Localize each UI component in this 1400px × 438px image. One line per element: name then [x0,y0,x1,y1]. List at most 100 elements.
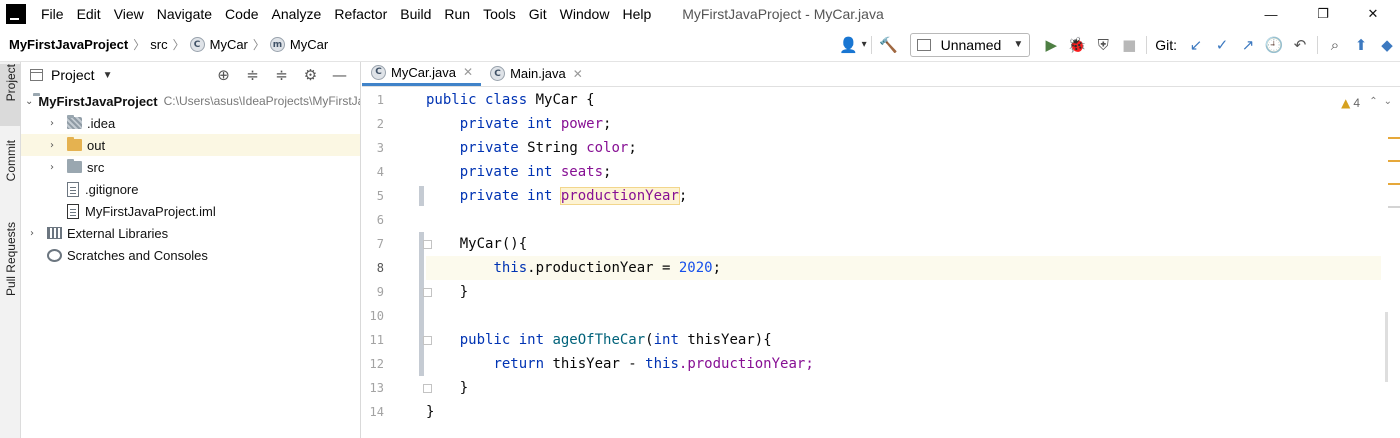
code-area[interactable]: public class MyCar { private int power; … [426,88,1381,438]
run-icon[interactable]: ▶ [1038,32,1064,58]
menu-help[interactable]: Help [616,0,658,28]
main-toolbar: 👤 ▾ 🔨 Unnamed ▼ ▶ 🐞 ⛨ ■ Git: ↙ ✓ ↗ 🕘 ↶ ⌕… [836,28,1400,61]
code-token: this [645,356,679,372]
tree-item-idea[interactable]: › .idea [21,112,360,134]
git-update-icon[interactable]: ↙ [1183,32,1209,58]
close-icon[interactable]: ✕ [573,67,583,81]
close-window-button[interactable]: ✕ [1350,0,1396,28]
breadcrumb-method[interactable]: m MyCar [269,37,328,52]
expand-arrow-icon[interactable]: ⌄ [25,96,33,107]
expand-all-icon[interactable]: ≑ [238,66,267,84]
menu-edit[interactable]: Edit [71,0,108,28]
tree-item-src[interactable]: › src [21,156,360,178]
history-icon[interactable]: 🕘 [1261,32,1287,58]
chevron-up-icon[interactable]: ⌃ [1369,96,1377,107]
tree-item-out[interactable]: › out [21,134,360,156]
code-line-9: } [426,280,1381,304]
chevron-down-icon[interactable]: ▼ [103,70,113,81]
git-push-icon[interactable]: ↗ [1235,32,1261,58]
code-line-2: private int power; [426,112,1381,136]
warning-stripe-marker[interactable] [1388,160,1400,162]
run-with-coverage-icon[interactable]: ⛨ [1090,32,1116,58]
tree-item-gitignore[interactable]: .gitignore [21,178,360,200]
warning-count: 4 [1353,96,1360,110]
project-panel: Project ▼ ⊕ ≑ ≑ ⚙ — ⌄ MyFirstJavaProject… [21,62,361,438]
ide-logo-icon[interactable]: ◆ [1374,32,1400,58]
vcs-change-marker[interactable] [419,186,424,206]
user-icon[interactable]: 👤 [836,32,862,58]
tree-item-iml[interactable]: MyFirstJavaProject.iml [21,200,360,222]
code-token: ; [712,260,722,276]
code-token: private int [459,116,553,132]
breadcrumb-class[interactable]: C MyCar [189,37,248,52]
tree-item-label: .gitignore [85,181,139,197]
inspection-widget[interactable]: ▲ 4 [1341,96,1360,110]
menu-bar: File Edit View Navigate Code Analyze Ref… [0,0,1400,28]
code-line-7: MyCar(){ [426,232,1381,256]
window-title: MyFirstJavaProject - MyCar.java [682,6,884,22]
minimize-button[interactable]: — [1248,0,1294,28]
stop-icon[interactable]: ■ [1116,32,1142,58]
chevron-down-icon: ▼ [1013,39,1024,50]
ide-update-icon[interactable]: ⬆ [1348,32,1374,58]
close-icon[interactable]: ✕ [463,65,473,79]
search-icon[interactable]: ⌕ [1322,32,1348,58]
rollback-icon[interactable]: ↶ [1287,32,1313,58]
build-hammer-icon[interactable]: 🔨 [876,32,902,58]
expand-arrow-icon[interactable]: › [25,228,39,239]
code-line-4: private int seats; [426,160,1381,184]
menu-analyze[interactable]: Analyze [266,0,329,28]
project-view-icon [30,69,43,81]
breadcrumb-project[interactable]: MyFirstJavaProject [9,37,128,52]
select-opened-file-icon[interactable]: ⊕ [209,66,238,84]
breadcrumb-chevron-icon: 〉 [172,38,185,52]
warning-stripe-marker[interactable] [1388,137,1400,139]
warning-stripe-marker[interactable] [1388,206,1400,208]
intellij-logo-icon[interactable] [6,4,26,24]
hide-panel-icon[interactable]: — [325,66,354,84]
debug-icon[interactable]: 🐞 [1064,32,1090,58]
tab-main-java[interactable]: C Main.java ✕ [481,61,591,86]
menu-refactor[interactable]: Refactor [328,0,394,28]
tree-item-external-libraries[interactable]: › External Libraries [21,222,360,244]
project-view-selector[interactable]: Project [51,67,95,83]
tab-mycar-java[interactable]: C MyCar.java ✕ [362,61,482,86]
code-token: } [459,380,469,396]
tree-item-project-root[interactable]: ⌄ MyFirstJavaProject C:\Users\asus\IdeaP… [21,90,360,112]
menu-run[interactable]: Run [438,0,477,28]
menu-git[interactable]: Git [523,0,554,28]
menu-file[interactable]: File [35,0,71,28]
menu-window[interactable]: Window [554,0,617,28]
expand-arrow-icon[interactable]: › [45,162,59,173]
breadcrumb-class-label: MyCar [209,37,248,52]
gear-icon[interactable]: ⚙ [296,66,325,84]
run-configuration-select[interactable]: Unnamed ▼ [909,32,1031,57]
maximize-button[interactable]: ❐ [1300,0,1346,28]
editor-scrollbar[interactable] [1385,312,1388,382]
code-token: power [560,116,604,132]
menu-tools[interactable]: Tools [477,0,523,28]
menu-build[interactable]: Build [394,0,438,28]
code-token: ageOfTheCar [552,332,646,348]
chevron-down-icon[interactable]: ⌄ [1384,96,1392,107]
git-commit-icon[interactable]: ✓ [1209,32,1235,58]
line-number-gutter[interactable]: 1 2 3 4 5 6 7 8 9 10 11 12 13 14 [362,88,432,438]
menu-view[interactable]: View [108,0,151,28]
code-token: } [426,404,435,420]
tool-tab-pull-requests[interactable]: Pull Requests [0,222,21,312]
menu-code[interactable]: Code [219,0,265,28]
tool-tab-project[interactable]: Project [0,64,21,126]
tree-item-label: src [87,159,105,175]
tool-tab-commit[interactable]: Commit [0,140,21,202]
breadcrumb-src[interactable]: src [150,37,167,52]
menu-navigate[interactable]: Navigate [151,0,219,28]
warning-stripe-marker[interactable] [1388,183,1400,185]
expand-arrow-icon[interactable]: › [45,118,59,129]
tree-item-scratches[interactable]: Scratches and Consoles [21,244,360,266]
vcs-change-marker[interactable] [419,232,424,376]
expand-arrow-icon[interactable]: › [45,140,59,151]
code-token: MyCar(){ [459,236,528,252]
user-dropdown-caret-icon[interactable]: ▾ [862,39,867,50]
collapse-all-icon[interactable]: ≑ [267,66,296,84]
